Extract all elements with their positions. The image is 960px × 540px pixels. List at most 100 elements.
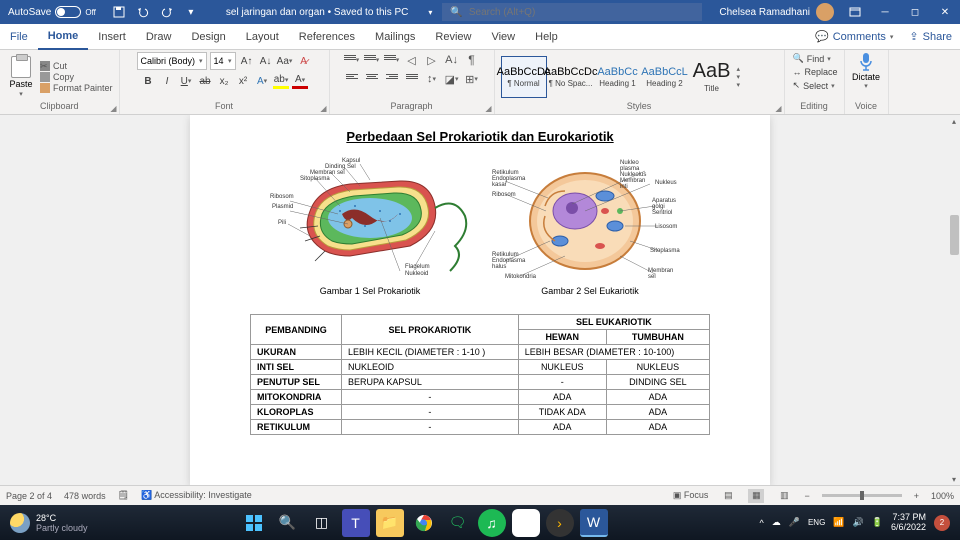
decrease-font-button[interactable]: A↓ [258,53,274,69]
align-right-button[interactable] [383,71,401,87]
account-button[interactable]: Chelsea Ramadhani [713,3,840,21]
select-button[interactable]: ↖Select▾ [791,79,837,92]
tab-design[interactable]: Design [181,24,235,50]
multilevel-button[interactable]: ▾ [383,52,401,68]
tab-mailings[interactable]: Mailings [365,24,425,50]
dialog-launcher-icon[interactable]: ◢ [485,104,491,113]
minimize-button[interactable]: ─ [870,0,900,24]
page-indicator[interactable]: Page 2 of 4 [6,491,52,501]
search-input[interactable] [469,7,695,18]
battery-icon[interactable]: 🔋 [872,517,883,528]
replace-button[interactable]: ↔Replace [791,66,840,78]
tab-home[interactable]: Home [38,24,89,50]
wifi-icon[interactable]: 📶 [833,517,844,528]
microphone-tray-icon[interactable]: 🎤 [789,517,800,528]
whatsapp-icon[interactable]: 🗨 [444,509,472,537]
style--normal[interactable]: AaBbCcDc¶ Normal [501,56,547,98]
strikethrough-button[interactable]: ab [197,73,213,89]
share-button[interactable]: ⇪Share [901,30,960,43]
save-icon[interactable] [112,5,126,19]
align-center-button[interactable] [363,71,381,87]
dialog-launcher-icon[interactable]: ◢ [320,104,326,113]
read-mode-icon[interactable]: ▤ [720,489,736,503]
dictate-button[interactable]: Dictate▾ [852,52,880,90]
scroll-down-icon[interactable]: ▾ [948,473,960,485]
sort-button[interactable]: A↓ [443,52,461,68]
word-icon[interactable]: W [580,509,608,537]
decrease-indent-button[interactable]: ◁ [403,52,421,68]
scroll-up-icon[interactable]: ▴ [948,115,960,127]
style-heading-1[interactable]: AaBbCcHeading 1 [595,56,641,98]
comments-button[interactable]: 💬Comments▾ [807,30,901,43]
zoom-level[interactable]: 100% [931,491,954,501]
highlight-button[interactable]: ab▾ [273,73,289,89]
line-spacing-button[interactable]: ↕▾ [423,71,441,87]
qat-more-icon[interactable]: ▾ [184,5,198,19]
redo-icon[interactable] [160,5,174,19]
find-button[interactable]: 🔍Find▾ [791,52,833,65]
tab-insert[interactable]: Insert [88,24,136,50]
chrome-icon[interactable] [410,509,438,537]
zoom-slider[interactable] [822,494,902,497]
tab-file[interactable]: File [0,24,38,50]
change-case-button[interactable]: Aa▾ [277,53,293,69]
justify-button[interactable] [403,71,421,87]
copy-button[interactable]: Copy [40,72,113,82]
cut-button[interactable]: ✂Cut [40,61,113,71]
tray-chevron-icon[interactable]: ^ [760,518,764,528]
zoom-in-button[interactable]: + [914,491,919,501]
paste-button[interactable]: Paste ▾ [6,56,36,98]
app-icon-2[interactable]: › [546,509,574,537]
autosave-toggle[interactable]: AutoSave Off [0,6,104,18]
title-dropdown-icon[interactable]: ▾ [428,8,432,17]
start-button[interactable] [240,509,268,537]
align-left-button[interactable] [343,71,361,87]
tab-review[interactable]: Review [425,24,481,50]
dialog-launcher-icon[interactable]: ◢ [110,104,116,113]
style--no-spac-[interactable]: AaBbCcDc¶ No Spac... [548,56,594,98]
tab-view[interactable]: View [481,24,525,50]
language-indicator[interactable]: ENG [808,518,825,527]
undo-icon[interactable] [136,5,150,19]
font-color-button[interactable]: A▾ [292,73,308,89]
font-size-select[interactable]: 14▾ [210,52,236,70]
format-painter-button[interactable]: Format Painter [40,83,113,93]
bullets-button[interactable]: ▾ [343,52,361,68]
dialog-launcher-icon[interactable]: ◢ [775,104,781,113]
search-button[interactable]: 🔍 [274,509,302,537]
task-view-button[interactable]: ◫ [308,509,336,537]
close-button[interactable]: ✕ [930,0,960,24]
styles-gallery[interactable]: AaBbCcDc¶ NormalAaBbCcDc¶ No Spac...AaBb… [501,56,735,98]
superscript-button[interactable]: x² [235,73,251,89]
text-effects-button[interactable]: A▾ [254,73,270,89]
style-title[interactable]: AaBTitle [689,56,735,98]
tab-layout[interactable]: Layout [236,24,289,50]
show-marks-button[interactable]: ¶ [463,52,481,68]
italic-button[interactable]: I [159,73,175,89]
print-layout-icon[interactable]: ▦ [748,489,764,503]
shading-button[interactable]: ◪▾ [443,71,461,87]
accessibility-status[interactable]: ♿ Accessibility: Investigate [141,490,252,501]
font-name-select[interactable]: Calibri (Body)▾ [137,52,207,70]
search-bar[interactable]: 🔍 [442,3,702,21]
tab-draw[interactable]: Draw [136,24,182,50]
document-area[interactable]: Perbedaan Sel Prokariotik dan Eurokariot… [0,115,960,485]
maximize-button[interactable]: ◻ [900,0,930,24]
focus-mode-button[interactable]: ▣ Focus [673,490,709,501]
borders-button[interactable]: ⊞▾ [463,71,481,87]
numbering-button[interactable]: ▾ [363,52,381,68]
weather-widget[interactable]: 28°C Partly cloudy [0,513,98,533]
word-count[interactable]: 478 words [64,491,106,501]
web-layout-icon[interactable]: ▥ [776,489,792,503]
text-predictions-icon[interactable]: 🗒 [118,490,129,501]
ribbon-display-icon[interactable] [840,0,870,24]
style-heading-2[interactable]: AaBbCcLHeading 2 [642,56,688,98]
vertical-scrollbar[interactable]: ▴ ▾ [948,115,960,485]
bold-button[interactable]: B [140,73,156,89]
teams-icon[interactable]: T [342,509,370,537]
onedrive-icon[interactable]: ☁ [772,517,781,528]
tab-references[interactable]: References [289,24,365,50]
zoom-out-button[interactable]: − [804,491,809,501]
clock[interactable]: 7:37 PM 6/6/2022 [891,513,926,533]
explorer-icon[interactable]: 📁 [376,509,404,537]
